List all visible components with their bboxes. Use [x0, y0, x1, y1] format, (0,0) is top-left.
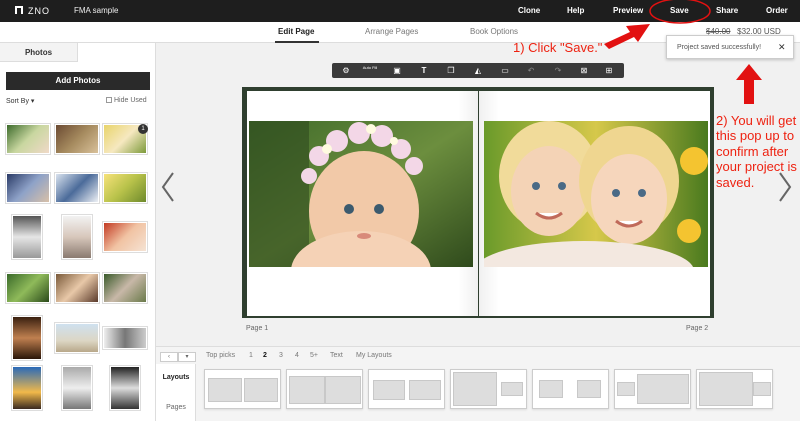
photo-thumbnail[interactable] — [103, 222, 147, 252]
gear-icon[interactable]: ⚙ — [338, 65, 354, 76]
annotation-step-2-line: your project is — [716, 159, 797, 174]
filter-3[interactable]: 3 — [279, 352, 283, 359]
used-count-badge: 1 — [138, 124, 148, 134]
edit-toolbar: ⚙ Auto Fill ▣ T ❐ ◭ ▭ ↶ ↷ ⊠ ⊞ — [332, 63, 624, 78]
photo-baby-flower-crown[interactable] — [249, 121, 473, 267]
tab-photos[interactable]: Photos — [0, 43, 78, 62]
save-success-toast: Project saved successfully! ✕ — [666, 35, 794, 59]
sort-by-dropdown[interactable]: Sort By ▾ — [6, 97, 34, 105]
layout-option[interactable] — [532, 369, 609, 409]
photo-thumbnail[interactable] — [55, 173, 99, 203]
layout-option[interactable] — [286, 369, 363, 409]
layers-icon[interactable]: ❐ — [443, 65, 459, 76]
mirror-icon[interactable]: ◭ — [470, 65, 486, 76]
auto-fill-icon[interactable]: Auto Fill — [362, 65, 378, 76]
save-icon[interactable]: ⊞ — [601, 65, 617, 76]
tab-edit-page[interactable]: Edit Page — [278, 27, 314, 36]
annotation-step-2-line: 2) You will get — [716, 113, 797, 128]
photo-thumbnail[interactable] — [55, 323, 99, 353]
annotation-step-2-line: this pop up to — [716, 128, 795, 143]
photo-thumbnail[interactable] — [12, 366, 42, 410]
checkbox-icon[interactable] — [106, 97, 112, 104]
hide-used-checkbox[interactable]: Hide Used — [106, 97, 147, 104]
photo-thumbnail[interactable] — [103, 327, 147, 349]
page-2-label: Page 2 — [686, 325, 709, 332]
filter-1[interactable]: 1 — [249, 352, 253, 359]
next-page-button[interactable]: ▾ — [178, 352, 196, 362]
annotation-arrow-to-toast — [736, 64, 762, 104]
share-button[interactable]: Share — [716, 6, 738, 15]
toast-message: Project saved successfully! — [677, 44, 762, 51]
photo-thumbnail[interactable] — [110, 366, 140, 410]
zno-logo[interactable]: ZNO — [15, 5, 60, 17]
filter-my-layouts[interactable]: My Layouts — [356, 352, 392, 359]
layout-option[interactable] — [450, 369, 527, 409]
photo-two-girls[interactable] — [484, 121, 708, 267]
image-icon[interactable]: ▣ — [389, 65, 405, 76]
filter-2[interactable]: 2 — [263, 352, 267, 359]
photo-thumbnail[interactable] — [12, 316, 42, 360]
add-photos-button[interactable]: Add Photos — [6, 72, 150, 90]
chevron-left-icon[interactable] — [158, 170, 178, 204]
text-icon[interactable]: T — [416, 65, 432, 76]
layout-option[interactable] — [696, 369, 773, 409]
clone-button[interactable]: Clone — [518, 6, 540, 15]
photo-thumbnail[interactable] — [103, 173, 147, 203]
tab-book-options[interactable]: Book Options — [470, 27, 518, 36]
photo-thumbnail[interactable] — [6, 124, 50, 154]
layouts-panel: ‹ ▾ Top picks 1 2 3 4 5+ Text My Layouts… — [156, 346, 800, 421]
help-button[interactable]: Help — [567, 6, 584, 15]
undo-icon[interactable]: ↶ — [523, 65, 539, 76]
logo-text: ZNO — [28, 6, 50, 16]
photo-thumbnail[interactable] — [62, 215, 92, 259]
tab-arrange-pages[interactable]: Arrange Pages — [365, 27, 418, 36]
photo-thumbnail[interactable] — [55, 273, 99, 303]
order-button[interactable]: Order — [766, 6, 788, 15]
redo-icon[interactable]: ↷ — [550, 65, 566, 76]
photo-thumbnail[interactable] — [6, 173, 50, 203]
annotation-arrow-to-save — [604, 24, 650, 49]
layout-tabs: Layouts Pages — [156, 364, 196, 421]
chevron-right-icon[interactable] — [775, 170, 795, 204]
filter-5plus[interactable]: 5+ — [310, 352, 318, 359]
prev-page-button[interactable]: ‹ — [160, 352, 178, 362]
layout-option[interactable] — [368, 369, 445, 409]
photo-thumbnail[interactable] — [103, 273, 147, 303]
tab-pages[interactable]: Pages — [156, 404, 196, 411]
filter-top-picks[interactable]: Top picks — [206, 352, 235, 359]
photo-thumbnail[interactable] — [55, 124, 99, 154]
layout-option[interactable] — [204, 369, 281, 409]
hide-used-label: Hide Used — [114, 97, 147, 104]
photo-thumbnail[interactable] — [62, 366, 92, 410]
annotation-step-2-line: confirm after — [716, 144, 789, 159]
close-icon[interactable]: ✕ — [778, 42, 786, 53]
filter-text[interactable]: Text — [330, 352, 343, 359]
layout-option[interactable] — [614, 369, 691, 409]
active-tab-underline — [275, 41, 319, 43]
note-icon[interactable]: ▭ — [497, 65, 513, 76]
tab-layouts[interactable]: Layouts — [156, 374, 196, 381]
delete-icon[interactable]: ⊠ — [576, 65, 592, 76]
annotation-step-2-line: saved. — [716, 175, 755, 190]
project-name[interactable]: FMA sample — [74, 6, 118, 15]
photo-thumbnail[interactable] — [6, 273, 50, 303]
preview-button[interactable]: Preview — [613, 6, 643, 15]
photo-thumbnail[interactable] — [12, 215, 42, 259]
page-1-label: Page 1 — [246, 325, 269, 332]
filter-4[interactable]: 4 — [295, 352, 299, 359]
annotation-step-1: 1) Click "Save." — [513, 40, 603, 55]
